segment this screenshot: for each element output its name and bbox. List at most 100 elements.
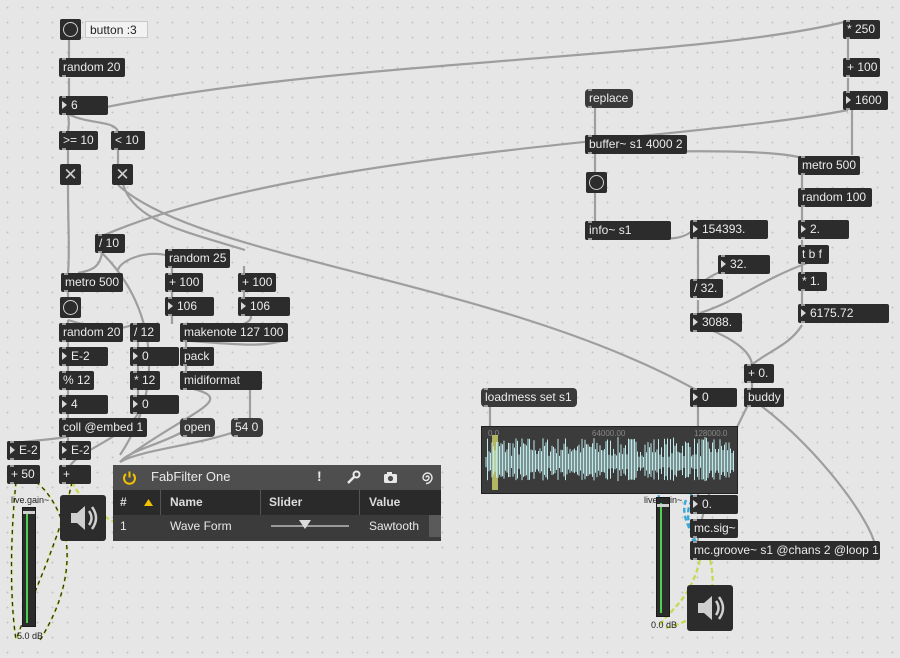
wrench-icon[interactable] bbox=[346, 470, 361, 485]
number-box-6175[interactable]: 6175.72 bbox=[798, 304, 889, 323]
param-row[interactable]: 1 Wave Form Sawtooth bbox=[113, 515, 441, 537]
plus-object[interactable]: + bbox=[59, 465, 91, 484]
patcher-canvas[interactable]: button :3 random 20 6 >= 10 < 10 ✕ ✕ / 1… bbox=[0, 0, 900, 658]
ezdac-right[interactable] bbox=[687, 585, 733, 631]
random20-bottom-object[interactable]: random 20 bbox=[59, 323, 123, 342]
note-box-e2[interactable]: E-2 bbox=[59, 347, 108, 366]
replace-message[interactable]: replace bbox=[585, 89, 633, 108]
param-slider-thumb[interactable] bbox=[299, 520, 311, 529]
multiply250-object[interactable]: * 250 bbox=[843, 20, 880, 39]
number-arrow-icon bbox=[133, 400, 138, 408]
sort-arrow-icon[interactable] bbox=[144, 499, 153, 506]
number-arrow-icon bbox=[62, 352, 67, 360]
camera-icon[interactable] bbox=[383, 471, 398, 484]
number-arrow-icon bbox=[693, 225, 698, 233]
number-box-0-c[interactable]: 0 bbox=[690, 388, 737, 407]
plus100-c-object[interactable]: + 100 bbox=[843, 58, 880, 77]
number-box-1600[interactable]: 1600 bbox=[843, 91, 888, 110]
pack-object[interactable]: pack bbox=[180, 347, 214, 366]
buddy-object[interactable]: buddy bbox=[744, 388, 784, 407]
metro500-left-object[interactable]: metro 500 bbox=[61, 273, 123, 292]
divide32-object[interactable]: / 32. bbox=[690, 279, 723, 298]
exclamation-icon[interactable]: ! bbox=[317, 468, 322, 484]
gain-right-value: 0.0 dB bbox=[651, 620, 678, 630]
toggle-left[interactable]: ✕ bbox=[60, 164, 81, 185]
number-box-3088[interactable]: 3088. bbox=[690, 313, 742, 332]
buffer-object[interactable]: buffer~ s1 4000 2 bbox=[585, 135, 687, 154]
msg-54-0[interactable]: 54 0 bbox=[231, 418, 263, 437]
number-box-154393[interactable]: 154393. bbox=[690, 220, 768, 239]
number-arrow-icon bbox=[801, 225, 806, 233]
random20-top-object[interactable]: random 20 bbox=[59, 58, 125, 77]
number-arrow-icon bbox=[62, 101, 67, 109]
multiply12-object[interactable]: * 12 bbox=[130, 371, 160, 390]
fabfilter-vst-panel[interactable]: FabFilter One ! # Name Slider Value 1 Wa… bbox=[113, 465, 441, 541]
number-arrow-icon bbox=[241, 302, 246, 310]
divide12-object[interactable]: / 12 bbox=[130, 323, 160, 342]
number-box-6[interactable]: 6 bbox=[59, 96, 108, 115]
number-arrow-icon bbox=[801, 309, 806, 317]
number-arrow-icon bbox=[133, 352, 138, 360]
mc-sig-object[interactable]: mc.sig~ bbox=[690, 519, 738, 538]
multiply1-object[interactable]: * 1. bbox=[798, 272, 827, 291]
fabfilter-title-bar: FabFilter One ! bbox=[113, 465, 441, 490]
fabfilter-param-header: # Name Slider Value bbox=[113, 490, 441, 515]
modulo12-object[interactable]: % 12 bbox=[59, 371, 94, 390]
midiformat-object[interactable]: midiformat bbox=[180, 371, 262, 390]
note-box-e2-b[interactable]: E-2 bbox=[59, 441, 91, 460]
number-box-0-a[interactable]: 0 bbox=[130, 347, 179, 366]
gain-left-meter[interactable] bbox=[22, 507, 36, 627]
gain-right-knob[interactable] bbox=[657, 504, 669, 507]
metro500-right-object[interactable]: metro 500 bbox=[798, 156, 860, 175]
header-value: Value bbox=[369, 495, 401, 509]
number-box-32[interactable]: 32. bbox=[718, 255, 770, 274]
gain-right-meter[interactable] bbox=[656, 497, 670, 617]
speaker-icon bbox=[698, 596, 725, 620]
header-index: # bbox=[120, 495, 127, 509]
number-box-0-dot[interactable]: 0. bbox=[690, 495, 738, 514]
number-box-0-b[interactable]: 0 bbox=[130, 395, 179, 414]
coll-object[interactable]: coll @embed 1 bbox=[59, 418, 147, 437]
number-box-2[interactable]: 2. bbox=[798, 220, 849, 239]
number-arrow-icon bbox=[846, 96, 851, 104]
toggle-right[interactable]: ✕ bbox=[112, 164, 133, 185]
number-arrow-icon bbox=[62, 400, 67, 408]
number-arrow-icon bbox=[10, 446, 15, 454]
plus50-object[interactable]: + 50 bbox=[7, 465, 40, 484]
param-slider[interactable] bbox=[271, 520, 349, 529]
plus100-b-object[interactable]: + 100 bbox=[238, 273, 276, 292]
random25-object[interactable]: random 25 bbox=[165, 249, 230, 268]
plus100-a-object[interactable]: + 100 bbox=[165, 273, 203, 292]
number-box-106-b[interactable]: 106 bbox=[238, 297, 290, 316]
divide10-object[interactable]: / 10 bbox=[95, 234, 125, 253]
info-object[interactable]: info~ s1 bbox=[585, 221, 671, 240]
number-box-4[interactable]: 4 bbox=[59, 395, 108, 414]
fabfilter-title: FabFilter One bbox=[151, 469, 231, 484]
header-name: Name bbox=[170, 495, 203, 509]
number-box-106-a[interactable]: 106 bbox=[165, 297, 214, 316]
plus0-object[interactable]: + 0. bbox=[744, 364, 774, 383]
header-slider: Slider bbox=[269, 495, 303, 509]
makenote-object[interactable]: makenote 127 100 bbox=[180, 323, 288, 342]
loadmess-object[interactable]: loadmess set s1 bbox=[481, 388, 577, 407]
bang-button-left[interactable] bbox=[60, 297, 81, 318]
ezdac-left[interactable] bbox=[60, 495, 106, 541]
note-box-e2-a[interactable]: E-2 bbox=[7, 441, 40, 460]
bang-button-right[interactable] bbox=[586, 172, 607, 193]
bang-button-top[interactable] bbox=[60, 19, 81, 40]
random100-object[interactable]: random 100 bbox=[798, 188, 872, 207]
greater-equal-10-object[interactable]: >= 10 bbox=[59, 131, 98, 150]
mc-groove-object[interactable]: mc.groove~ s1 @chans 2 @loop 1 bbox=[690, 541, 880, 560]
gain-left-knob[interactable] bbox=[23, 511, 35, 514]
param-name: Wave Form bbox=[170, 519, 232, 533]
param-value-scroll[interactable] bbox=[429, 515, 441, 537]
less-than-10-object[interactable]: < 10 bbox=[111, 131, 145, 150]
param-index: 1 bbox=[120, 519, 127, 533]
power-icon[interactable] bbox=[122, 470, 137, 485]
spiral-icon[interactable] bbox=[420, 470, 435, 485]
waveform-display[interactable]: 0.0 64000.00 128000.0 bbox=[481, 426, 738, 494]
number-arrow-icon bbox=[693, 393, 698, 401]
open-message[interactable]: open bbox=[180, 418, 215, 437]
t-b-f-object[interactable]: t b f bbox=[798, 245, 829, 264]
gain-left-value: 5.0 dB bbox=[17, 631, 44, 641]
